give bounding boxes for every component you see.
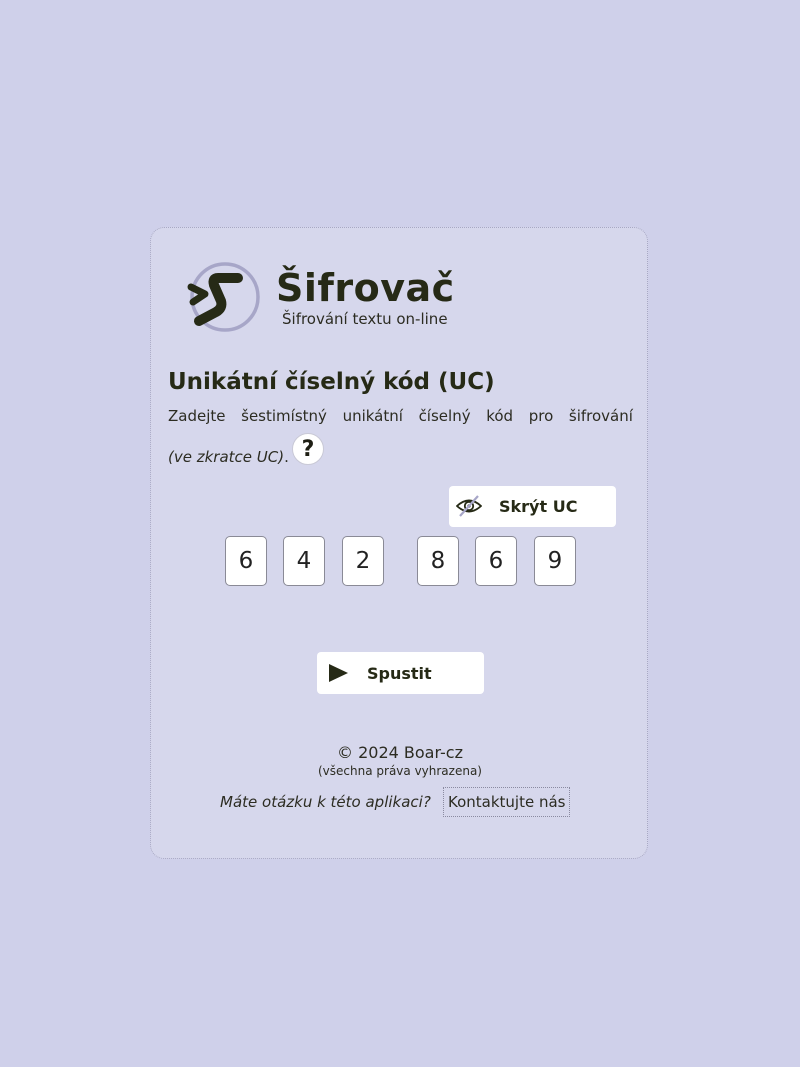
play-icon (329, 664, 348, 682)
intro-italic: (ve zkratce UC) (168, 448, 285, 466)
cipher-logo-icon (187, 262, 260, 332)
intro-word: kód (486, 407, 514, 425)
intro-word: šifrování (568, 407, 633, 425)
intro-word: unikátní (342, 407, 403, 425)
hide-uc-label: Skrýt UC (499, 497, 578, 516)
intro-word: pro (528, 407, 554, 425)
contact-question: Máte otázku k této aplikaci? (220, 793, 431, 811)
rights-text: (všechna práva vyhrazena) (318, 764, 482, 778)
code-digit-3[interactable]: 2 (342, 536, 384, 586)
intro-line-1: Zadejte šestimístný unikátní číselný kód… (168, 406, 633, 427)
copyright-text: © 2024 Boar-cz (337, 743, 463, 762)
intro-word: Zadejte (168, 407, 226, 425)
run-button[interactable]: Spustit (317, 652, 484, 694)
run-label: Spustit (367, 664, 432, 683)
intro-end: . (284, 448, 289, 466)
hide-uc-button[interactable]: Skrýt UC (449, 486, 616, 527)
eye-slash-icon (456, 495, 482, 517)
code-digit-5[interactable]: 6 (475, 536, 517, 586)
app-subtitle: Šifrování textu on-line (282, 310, 448, 328)
code-digit-1[interactable]: 6 (225, 536, 267, 586)
intro-word: šestimístný (241, 407, 327, 425)
intro-line-2: (ve zkratce UC). (168, 447, 633, 468)
section-heading: Unikátní číselný kód (UC) (168, 369, 495, 395)
code-digit-2[interactable]: 4 (283, 536, 325, 586)
code-digit-4[interactable]: 8 (417, 536, 459, 586)
app-title: Šifrovač (276, 266, 455, 310)
intro-text: Zadejte šestimístný unikátní číselný kód… (168, 406, 633, 468)
cipher-card: Šifrovač Šifrování textu on-line Unikátn… (150, 227, 648, 859)
intro-word: číselný (418, 407, 471, 425)
help-button[interactable]: ? (292, 433, 324, 465)
code-digit-6[interactable]: 9 (534, 536, 576, 586)
contact-link[interactable]: Kontaktujte nás (443, 787, 571, 817)
